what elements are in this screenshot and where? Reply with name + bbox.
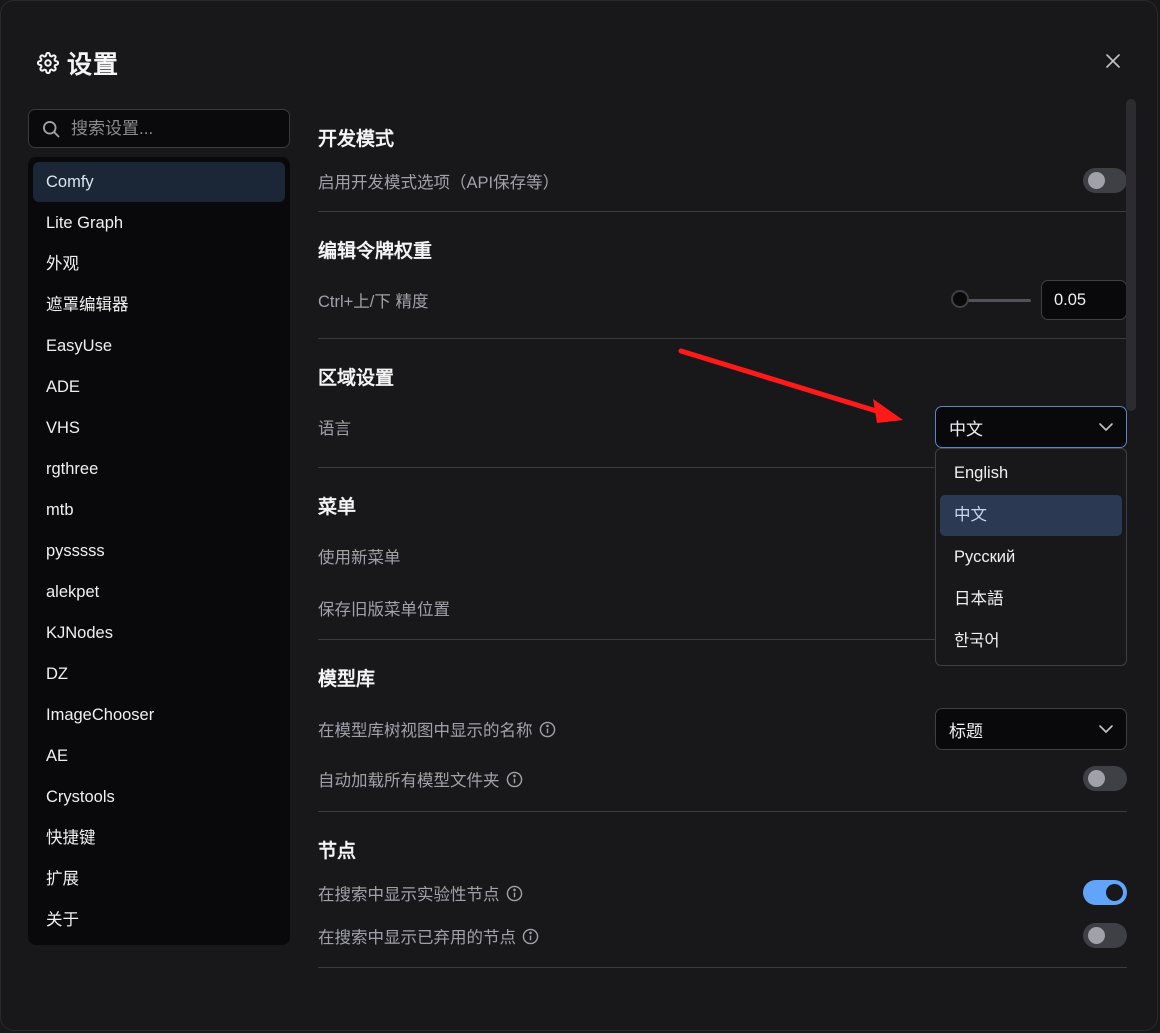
sidebar-item-alekpet[interactable]: alekpet [33,572,285,612]
sidebar-item-pysssss[interactable]: pysssss [33,531,285,571]
setting-label-text: 在搜索中显示实验性节点 [318,886,500,904]
tree-view-name-select[interactable]: 标题 [935,708,1127,750]
precision-control [951,280,1127,320]
setting-label-text: 在模型库树视图中显示的名称 [318,722,533,740]
sidebar-item-mtb[interactable]: mtb [33,490,285,530]
close-button[interactable] [1101,49,1125,73]
language-option-korean[interactable]: 한국어 [940,621,1122,662]
content-scrollbar[interactable] [1126,99,1136,411]
setting-label: 在模型库树视图中显示的名称 [318,717,556,741]
annotation-arrow-icon [678,348,903,423]
autoload-model-folders-toggle[interactable] [1083,766,1127,791]
setting-row-show-deprecated: 在搜索中显示已弃用的节点 [318,923,1127,949]
toggle-knob [1088,927,1105,944]
sidebar-item-imagechooser[interactable]: ImageChooser [33,695,285,735]
slider-thumb[interactable] [951,290,969,308]
sidebar-item-crystools[interactable]: Crystools [33,777,285,817]
sidebar-item-kjnodes[interactable]: KJNodes [33,613,285,653]
section-heading: 编辑令牌权重 [318,241,433,262]
section-nodes: 节点 在搜索中显示实验性节点 在搜索中显示已弃用的节点 [318,812,1127,968]
settings-sidebar: Comfy Lite Graph 外观 遮罩编辑器 EasyUse ADE VH… [28,157,290,945]
sidebar-item-ade[interactable]: ADE [33,367,285,407]
section-heading: 模型库 [318,669,376,690]
info-icon[interactable] [506,885,523,902]
sidebar-item-dz[interactable]: DZ [33,654,285,694]
show-experimental-toggle[interactable] [1083,880,1127,905]
sidebar-item-lite-graph[interactable]: Lite Graph [33,203,285,243]
setting-label: 使用新菜单 [318,549,401,567]
section-heading: 菜单 [318,497,357,518]
enable-dev-mode-toggle[interactable] [1083,168,1127,193]
setting-row-autoload-model-folders: 自动加载所有模型文件夹 [318,766,1127,792]
toggle-knob [1088,770,1105,787]
setting-label: Ctrl+上/下 精度 [318,293,429,311]
select-value: 中文 [949,419,983,439]
section-heading: 节点 [318,841,357,862]
info-icon[interactable] [522,928,539,945]
setting-row-show-experimental: 在搜索中显示实验性节点 [318,880,1127,906]
section-heading: 区域设置 [318,368,395,389]
setting-label: 语言 [318,420,351,438]
clipped-section-heading [318,986,398,994]
language-option-japanese[interactable]: 日本語 [940,579,1122,620]
slider-track [961,299,1031,302]
setting-label-text: 在搜索中显示已弃用的节点 [318,929,516,947]
chevron-down-icon [1099,423,1113,431]
setting-row-enable-dev-mode: 启用开发模式选项（API保存等） [318,168,1127,194]
chevron-down-icon [1099,725,1113,733]
select-value: 标题 [949,721,983,741]
info-icon[interactable] [539,721,556,738]
precision-slider[interactable] [951,290,1031,310]
dialog-title: 设置 [67,51,120,79]
sidebar-item-extensions[interactable]: 扩展 [33,859,285,899]
language-select[interactable]: 中文 [935,406,1127,448]
show-deprecated-toggle[interactable] [1083,923,1127,948]
sidebar-item-easyuse[interactable]: EasyUse [33,326,285,366]
setting-label: 自动加载所有模型文件夹 [318,767,523,791]
language-option-russian[interactable]: Русский [940,537,1122,578]
sidebar-item-ae[interactable]: AE [33,736,285,776]
sidebar-item-appearance[interactable]: 外观 [33,244,285,284]
setting-label: 保存旧版菜单位置 [318,601,450,619]
sidebar-item-keybindings[interactable]: 快捷键 [33,818,285,858]
clipped-text-fragment [318,993,398,994]
language-option-english[interactable]: English [940,453,1122,494]
setting-label: 启用开发模式选项（API保存等） [318,174,560,192]
dialog-header: 设置 [37,45,119,81]
precision-input[interactable] [1041,280,1127,320]
sidebar-item-comfy[interactable]: Comfy [33,162,285,202]
section-heading: 开发模式 [318,129,395,150]
sidebar-item-about[interactable]: 关于 [33,900,285,940]
close-icon [1106,54,1120,68]
sidebar-item-rgthree[interactable]: rgthree [33,449,285,489]
search-icon [43,120,60,137]
section-token-weight: 编辑令牌权重 Ctrl+上/下 精度 [318,212,1127,339]
language-option-chinese[interactable]: 中文 [940,495,1122,536]
sidebar-item-mask-editor[interactable]: 遮罩编辑器 [33,285,285,325]
setting-row-tree-view-name: 在模型库树视图中显示的名称 标题 [318,708,1127,750]
settings-dialog: 设置 Comfy Lite Graph 外观 遮罩编辑器 EasyUse ADE… [0,0,1158,1031]
gear-icon [37,52,59,74]
setting-label-text: 自动加载所有模型文件夹 [318,772,500,790]
setting-row-precision: Ctrl+上/下 精度 [318,280,1127,320]
info-icon[interactable] [506,771,523,788]
setting-label: 在搜索中显示已弃用的节点 [318,924,539,948]
settings-search[interactable] [28,109,290,148]
toggle-knob [1106,884,1123,901]
setting-label: 在搜索中显示实验性节点 [318,881,523,905]
section-dev-mode: 开发模式 启用开发模式选项（API保存等） [318,101,1127,212]
sidebar-item-vhs[interactable]: VHS [33,408,285,448]
search-input[interactable] [69,117,273,140]
toggle-knob [1088,172,1105,189]
language-dropdown: English 中文 Русский 日本語 한국어 [935,448,1127,666]
